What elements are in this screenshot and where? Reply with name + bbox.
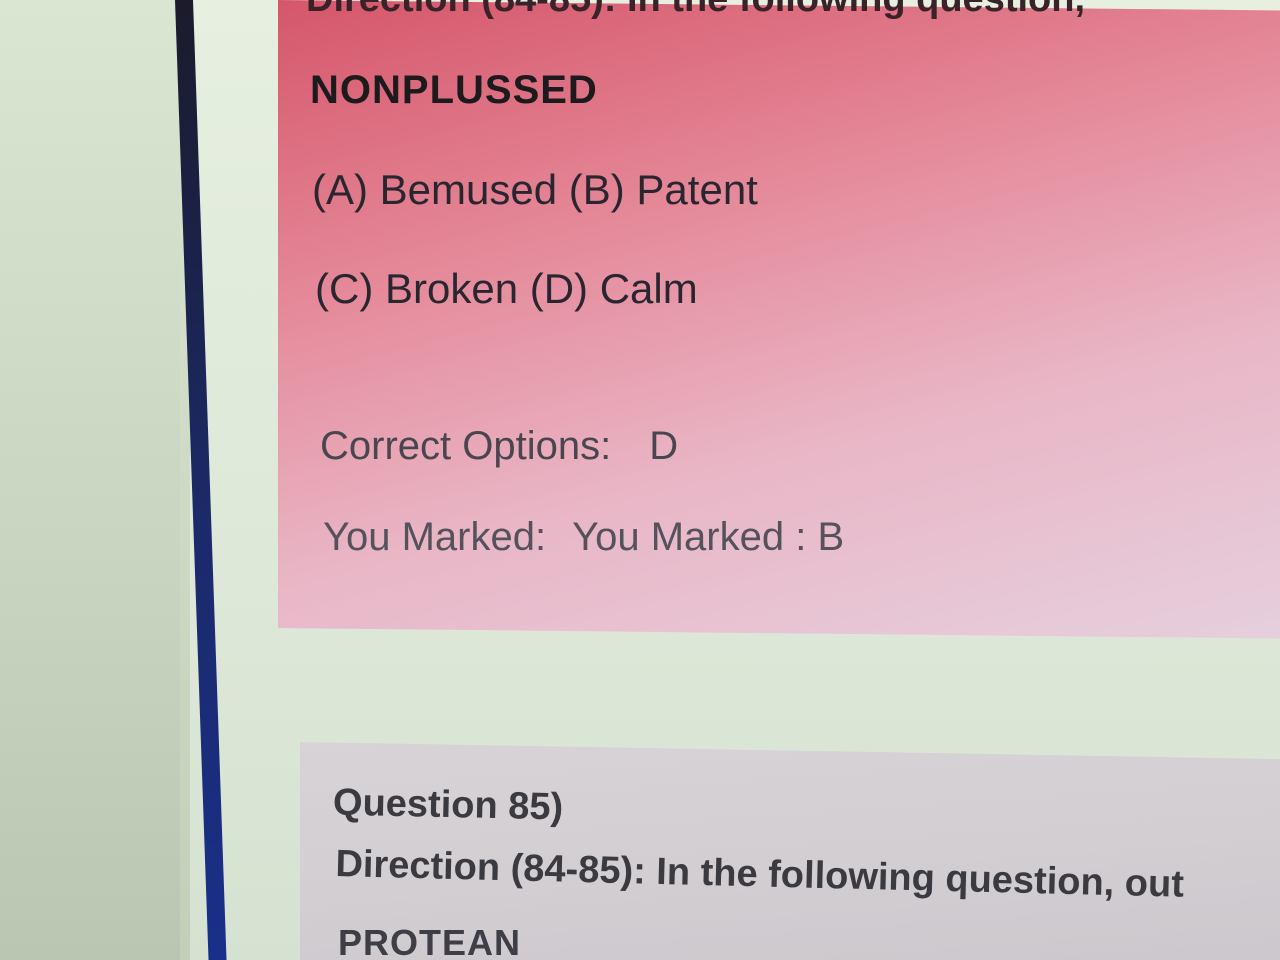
question-84-options-line-2: (C) Broken (D) Calm [315, 265, 698, 312]
you-marked-label: You Marked: [323, 515, 547, 559]
correct-options-row: Correct Options: D [320, 424, 678, 469]
screen-left-margin [0, 0, 180, 960]
you-marked-value: You Marked : B [572, 515, 845, 559]
you-marked-row: You Marked: You Marked : B [323, 515, 844, 560]
correct-options-label: Correct Options: [320, 424, 612, 468]
question-84-word: NONPLUSSED [310, 68, 598, 112]
correct-options-value: D [649, 424, 679, 468]
question-84-options-line-1: (A) Bemused (B) Patent [312, 166, 758, 213]
question-84-direction: Direction (84-85): In the following ques… [306, 0, 1085, 21]
question-85-number: Question 85) [332, 781, 564, 829]
question-85-word: PROTEAN [338, 922, 522, 960]
